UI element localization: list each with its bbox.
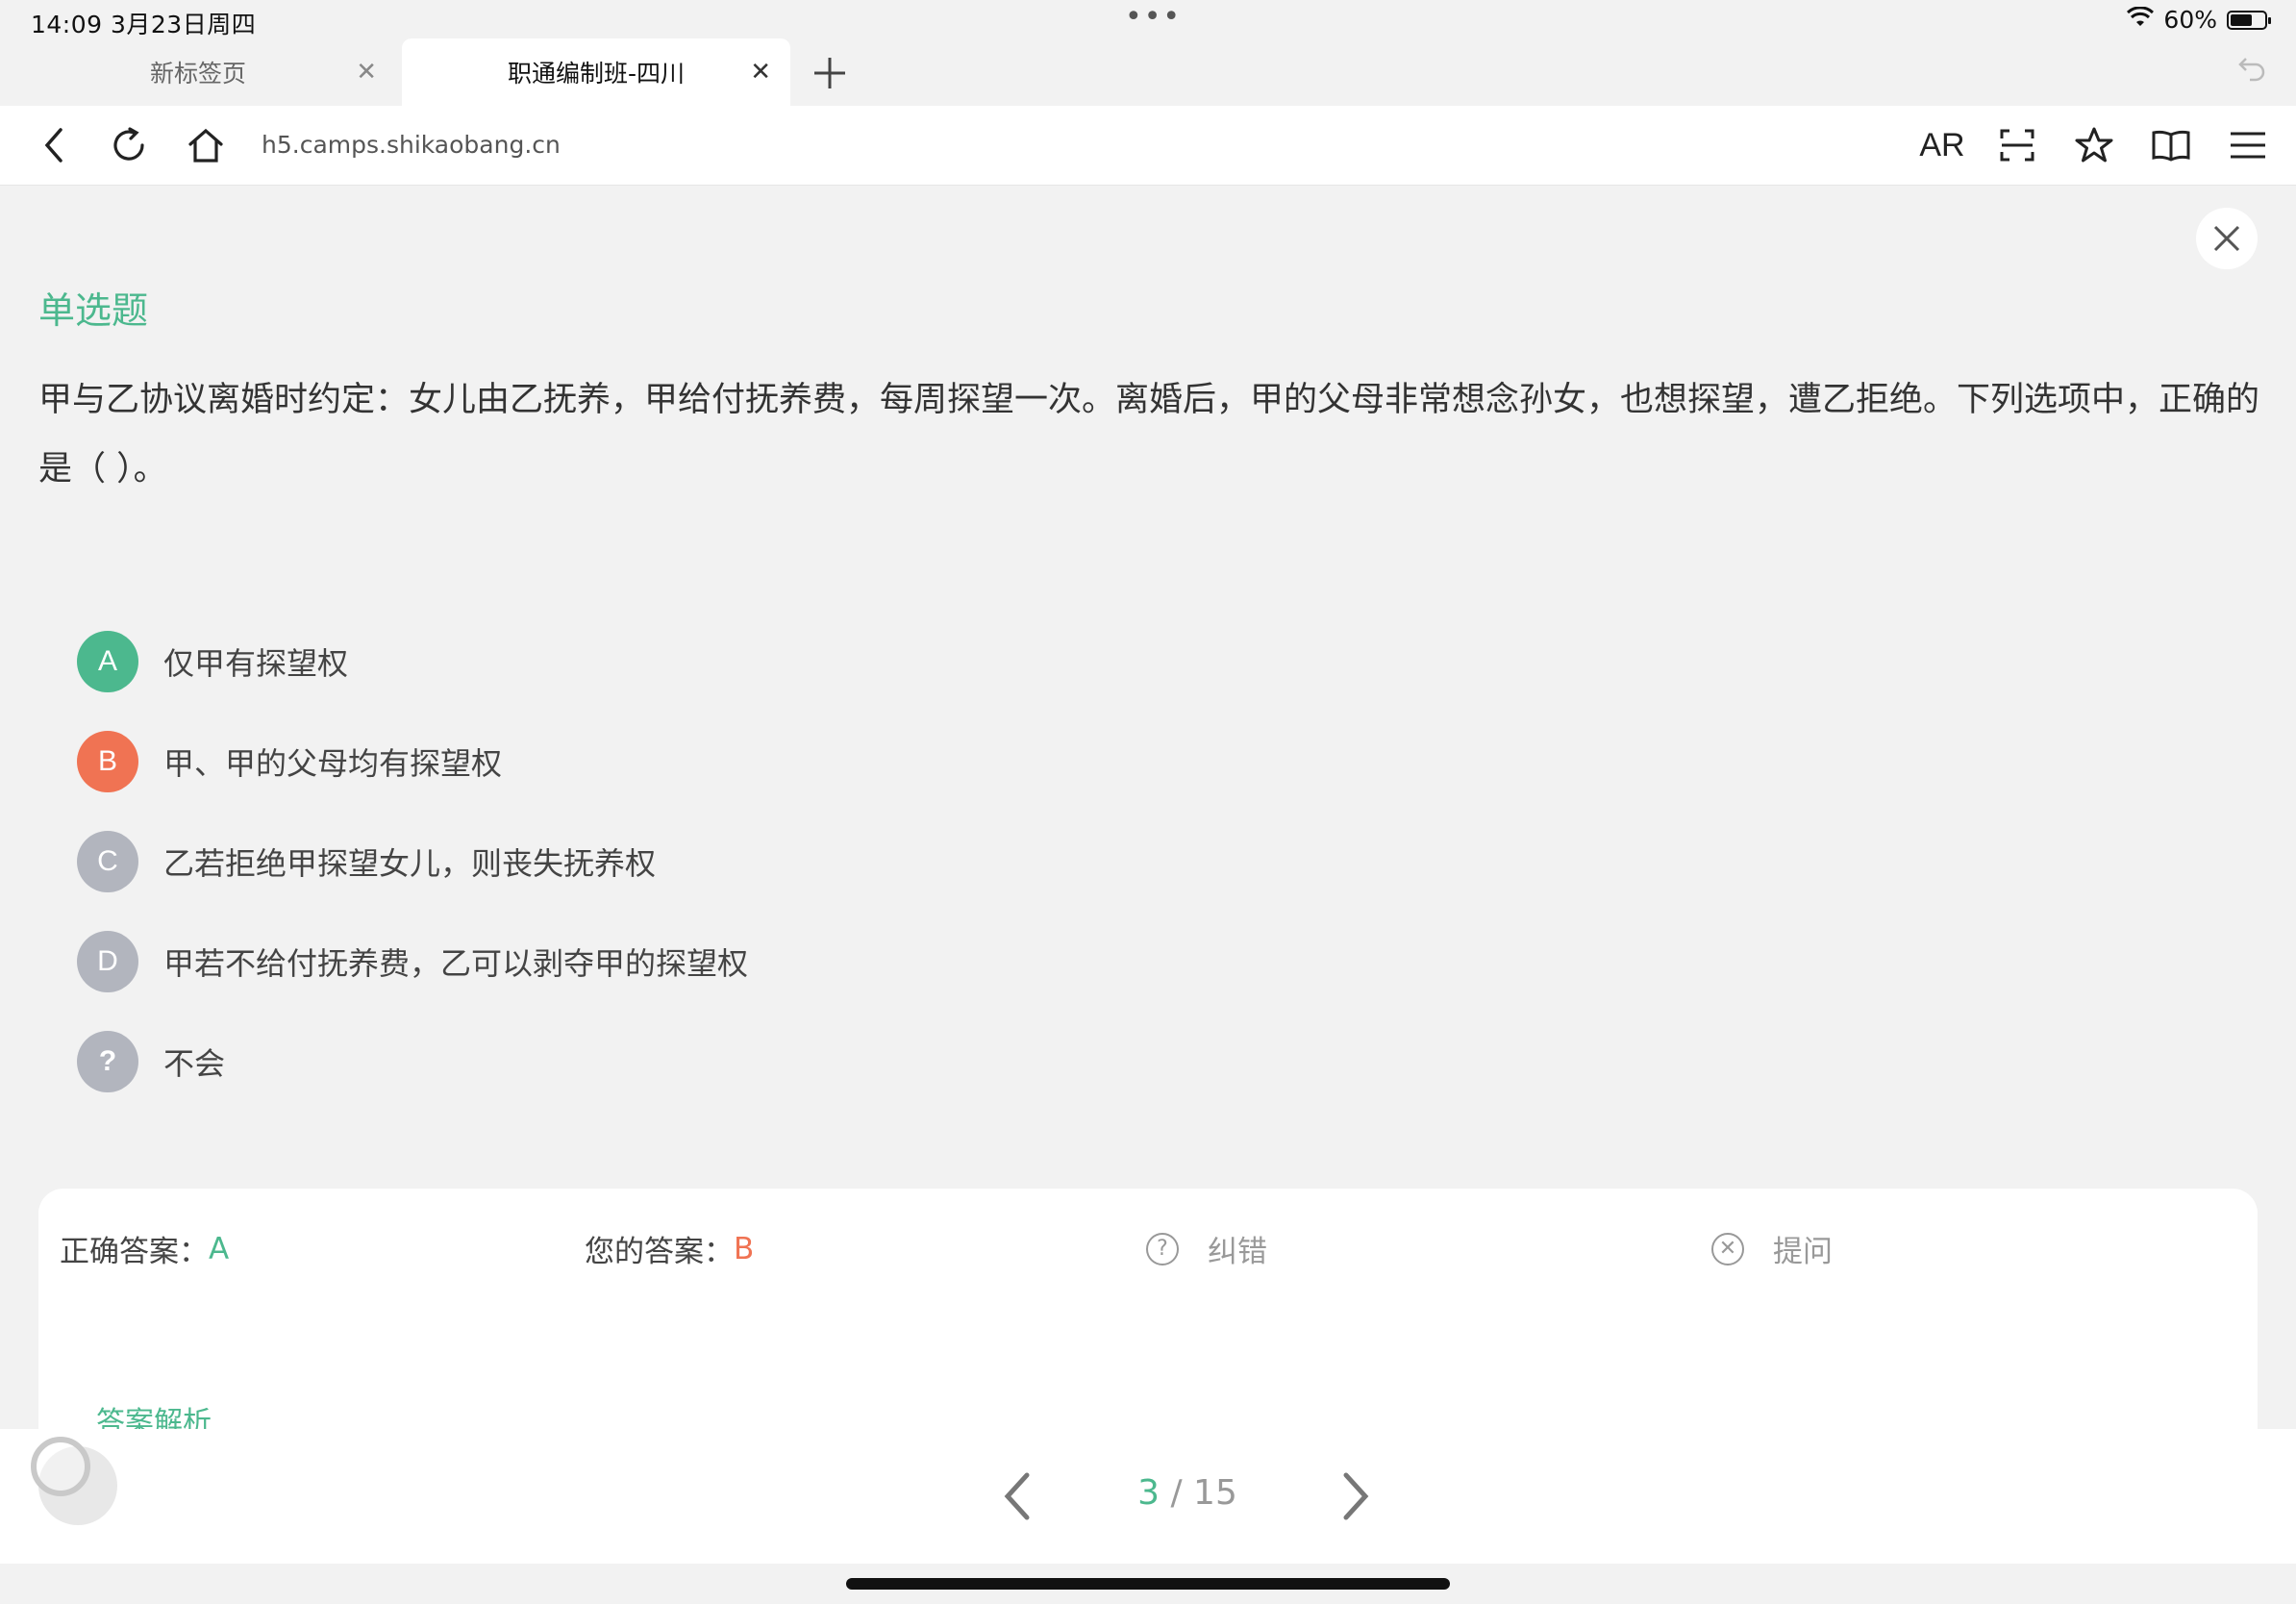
- home-indicator[interactable]: [846, 1578, 1450, 1590]
- option-c[interactable]: C 乙若拒绝甲探望女儿，则丧失抚养权: [77, 831, 656, 892]
- option-text: 乙若拒绝甲探望女儿，则丧失抚养权: [163, 845, 657, 882]
- ask-x-circle-icon: ✕: [1711, 1232, 1744, 1266]
- undo-icon[interactable]: [2236, 52, 2267, 90]
- option-text: 仅甲有探望权: [163, 645, 349, 682]
- close-button[interactable]: [2196, 208, 2258, 269]
- your-answer-value: B: [734, 1231, 755, 1266]
- ar-label: AR: [1919, 126, 1965, 163]
- close-icon: [2213, 225, 2240, 252]
- tab-label: 职通编制班-四川: [507, 60, 686, 88]
- reader-book-icon[interactable]: [2150, 106, 2192, 185]
- your-answer: 您的答案： B: [585, 1227, 754, 1270]
- question-type: 单选题: [38, 289, 149, 332]
- battery-percent: 60%: [2163, 6, 2217, 34]
- ask-button[interactable]: ✕ 提问: [1711, 1227, 1833, 1270]
- option-letter: D: [77, 931, 138, 992]
- browser-toolbar: h5.camps.shikaobang.cn AR: [0, 106, 2296, 186]
- url-field[interactable]: h5.camps.shikaobang.cn: [262, 106, 561, 185]
- close-icon[interactable]: ✕: [750, 60, 771, 85]
- ask-label: 提问: [1773, 1235, 1833, 1269]
- option-b[interactable]: B 甲、甲的父母均有探望权: [77, 731, 502, 792]
- loading-ring-icon: [31, 1437, 90, 1496]
- question-text: 甲与乙协议离婚时约定：女儿由乙抚养，甲给付抚养费，每周探望一次。离婚后，甲的父母…: [38, 381, 2260, 489]
- status-bar: 14:09 3月23日周四 ••• 60%: [0, 0, 2296, 42]
- your-answer-label: 您的答案：: [585, 1235, 734, 1269]
- battery-icon: [2227, 10, 2271, 30]
- tab-new-tab[interactable]: 新标签页 ✕: [0, 38, 396, 106]
- ar-button[interactable]: AR: [1913, 106, 1971, 185]
- status-right: 60%: [2127, 6, 2271, 34]
- new-tab-button[interactable]: [811, 46, 849, 104]
- question-circle-icon: ?: [1146, 1232, 1179, 1266]
- option-text: 甲、甲的父母均有探望权: [163, 745, 503, 782]
- option-letter: ?: [77, 1031, 138, 1092]
- option-dont-know[interactable]: ? 不会: [77, 1031, 225, 1092]
- scan-icon[interactable]: [1998, 106, 2036, 185]
- reload-icon[interactable]: [108, 106, 150, 185]
- page-counter: 3 / 15: [1058, 1473, 1317, 1513]
- prev-question-button[interactable]: [1000, 1469, 1038, 1527]
- correct-answer-label: 正确答案：: [60, 1235, 209, 1269]
- tab-active[interactable]: 职通编制班-四川 ✕: [402, 38, 790, 106]
- bookmark-star-icon[interactable]: [2073, 106, 2115, 185]
- option-text: 不会: [163, 1045, 226, 1082]
- chevron-left-icon: [1004, 1472, 1030, 1520]
- option-letter: C: [77, 831, 138, 892]
- page-total: 15: [1193, 1473, 1237, 1513]
- next-question-button[interactable]: [1335, 1469, 1373, 1527]
- option-letter: A: [77, 631, 138, 692]
- tab-label: 新标签页: [149, 60, 246, 88]
- back-icon[interactable]: [35, 106, 73, 185]
- close-icon[interactable]: ✕: [356, 60, 377, 85]
- correct-answer-value: A: [209, 1231, 230, 1266]
- option-text: 甲若不给付抚养费，乙可以剥夺甲的探望权: [163, 945, 749, 982]
- report-error-label: 纠错: [1208, 1235, 1267, 1269]
- page-separator: /: [1160, 1473, 1194, 1513]
- option-d[interactable]: D 甲若不给付抚养费，乙可以剥夺甲的探望权: [77, 931, 748, 992]
- option-a[interactable]: A 仅甲有探望权: [77, 631, 348, 692]
- correct-answer: 正确答案： A: [60, 1227, 229, 1270]
- option-letter: B: [77, 731, 138, 792]
- wifi-icon: [2127, 6, 2155, 34]
- chevron-right-icon: [1343, 1472, 1369, 1520]
- answer-card: 正确答案： A 您的答案： B ? 纠错 ✕ 提问: [38, 1189, 2258, 1439]
- report-error-button[interactable]: ? 纠错: [1146, 1227, 1267, 1270]
- menu-icon[interactable]: [2229, 106, 2267, 185]
- multitask-dots[interactable]: •••: [1125, 0, 1182, 34]
- page-current: 3: [1137, 1473, 1160, 1513]
- status-time: 14:09 3月23日周四: [31, 11, 257, 38]
- home-icon[interactable]: [185, 106, 227, 185]
